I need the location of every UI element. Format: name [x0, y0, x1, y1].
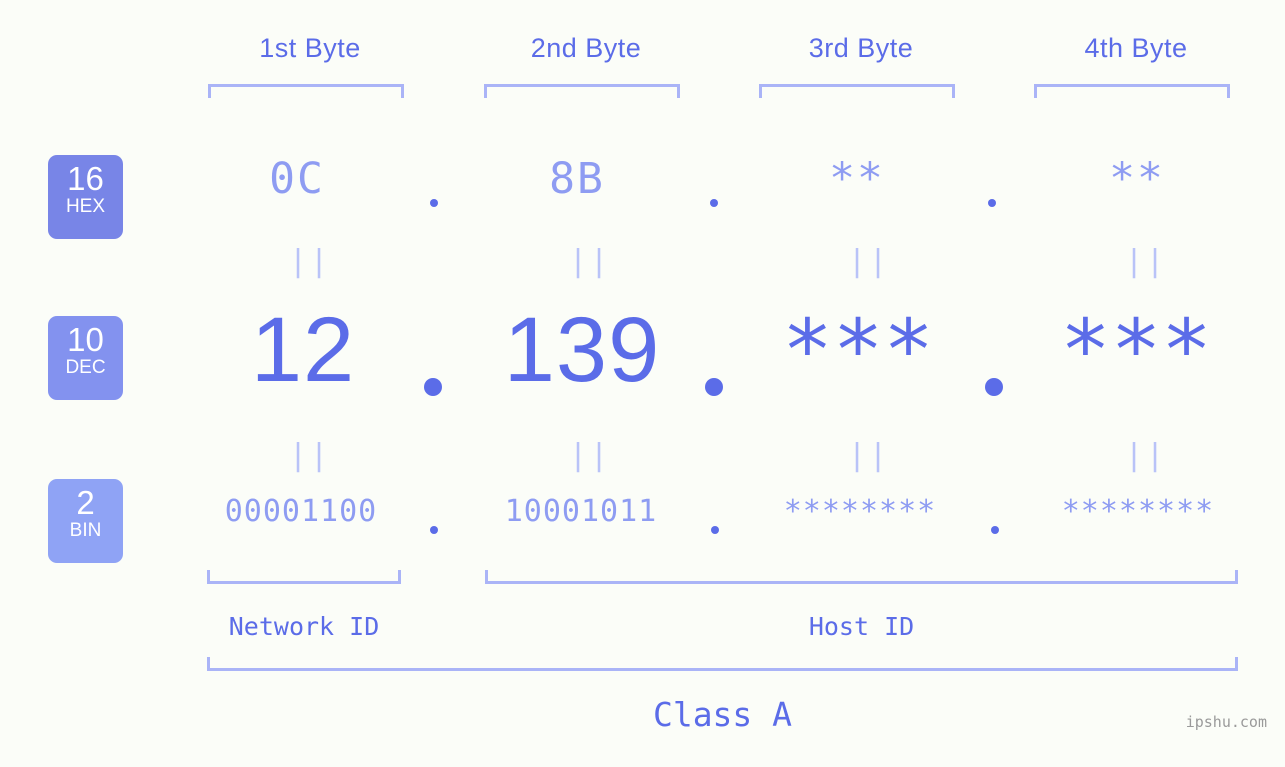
dec-byte-3: ***: [782, 301, 934, 399]
dec-byte-4: ***: [1060, 301, 1212, 399]
base-badge-hex-name: HEX: [65, 196, 106, 217]
host-id-bracket: [485, 570, 1238, 584]
hex-separator-dot-2: [710, 199, 718, 207]
bin-separator-dot-3: [991, 526, 999, 534]
class-label: Class A: [652, 695, 793, 734]
base-badge-bin: 2 BIN: [48, 479, 123, 563]
watermark: ipshu.com: [1185, 713, 1267, 731]
bin-separator-dot-2: [711, 526, 719, 534]
bin-byte-1: 00001100: [224, 494, 378, 529]
network-id-label: Network ID: [228, 612, 380, 641]
base-badge-hex: 16 HEX: [48, 155, 123, 239]
bin-byte-2: 10001011: [504, 494, 658, 529]
byte-bracket-3: [759, 84, 955, 98]
dec-separator-dot-2: [705, 378, 723, 396]
byte-header-1: 1st Byte: [259, 33, 361, 63]
dec-separator-dot-1: [424, 378, 442, 396]
byte-bracket-2: [484, 84, 680, 98]
equals-mark-hex-dec-3: ||: [848, 244, 891, 279]
hex-byte-1: 0C: [269, 154, 325, 204]
ip-address-breakdown-diagram: 1st Byte 2nd Byte 3rd Byte 4th Byte 16 H…: [0, 0, 1285, 767]
hex-byte-2: 8B: [549, 154, 605, 204]
byte-bracket-1: [208, 84, 404, 98]
hex-separator-dot-3: [988, 199, 996, 207]
byte-header-4: 4th Byte: [1084, 33, 1188, 63]
class-bracket: [207, 657, 1238, 671]
bin-byte-4: ********: [1061, 494, 1215, 529]
dec-byte-2: 139: [503, 299, 661, 401]
equals-mark-hex-dec-2: ||: [569, 244, 612, 279]
equals-mark-dec-bin-2: ||: [569, 438, 612, 473]
equals-mark-hex-dec-1: ||: [289, 244, 332, 279]
bin-byte-3: ********: [783, 494, 937, 529]
hex-byte-3: **: [829, 154, 885, 204]
dec-byte-1: 12: [250, 299, 356, 401]
equals-mark-dec-bin-3: ||: [848, 438, 891, 473]
byte-header-2: 2nd Byte: [530, 33, 642, 63]
hex-byte-4: **: [1109, 154, 1165, 204]
equals-mark-hex-dec-4: ||: [1125, 244, 1168, 279]
base-badge-bin-name: BIN: [69, 520, 102, 541]
network-id-bracket: [207, 570, 401, 584]
dec-separator-dot-3: [985, 378, 1003, 396]
base-badge-dec-number: 10: [67, 321, 104, 358]
base-badge-bin-number: 2: [76, 484, 95, 521]
host-id-label: Host ID: [808, 612, 915, 641]
base-badge-dec-name: DEC: [65, 357, 106, 378]
bin-separator-dot-1: [430, 526, 438, 534]
hex-separator-dot-1: [430, 199, 438, 207]
equals-mark-dec-bin-1: ||: [289, 438, 332, 473]
byte-bracket-4: [1034, 84, 1230, 98]
equals-mark-dec-bin-4: ||: [1125, 438, 1168, 473]
byte-header-3: 3rd Byte: [808, 33, 914, 63]
base-badge-hex-number: 16: [67, 160, 104, 197]
base-badge-dec: 10 DEC: [48, 316, 123, 400]
